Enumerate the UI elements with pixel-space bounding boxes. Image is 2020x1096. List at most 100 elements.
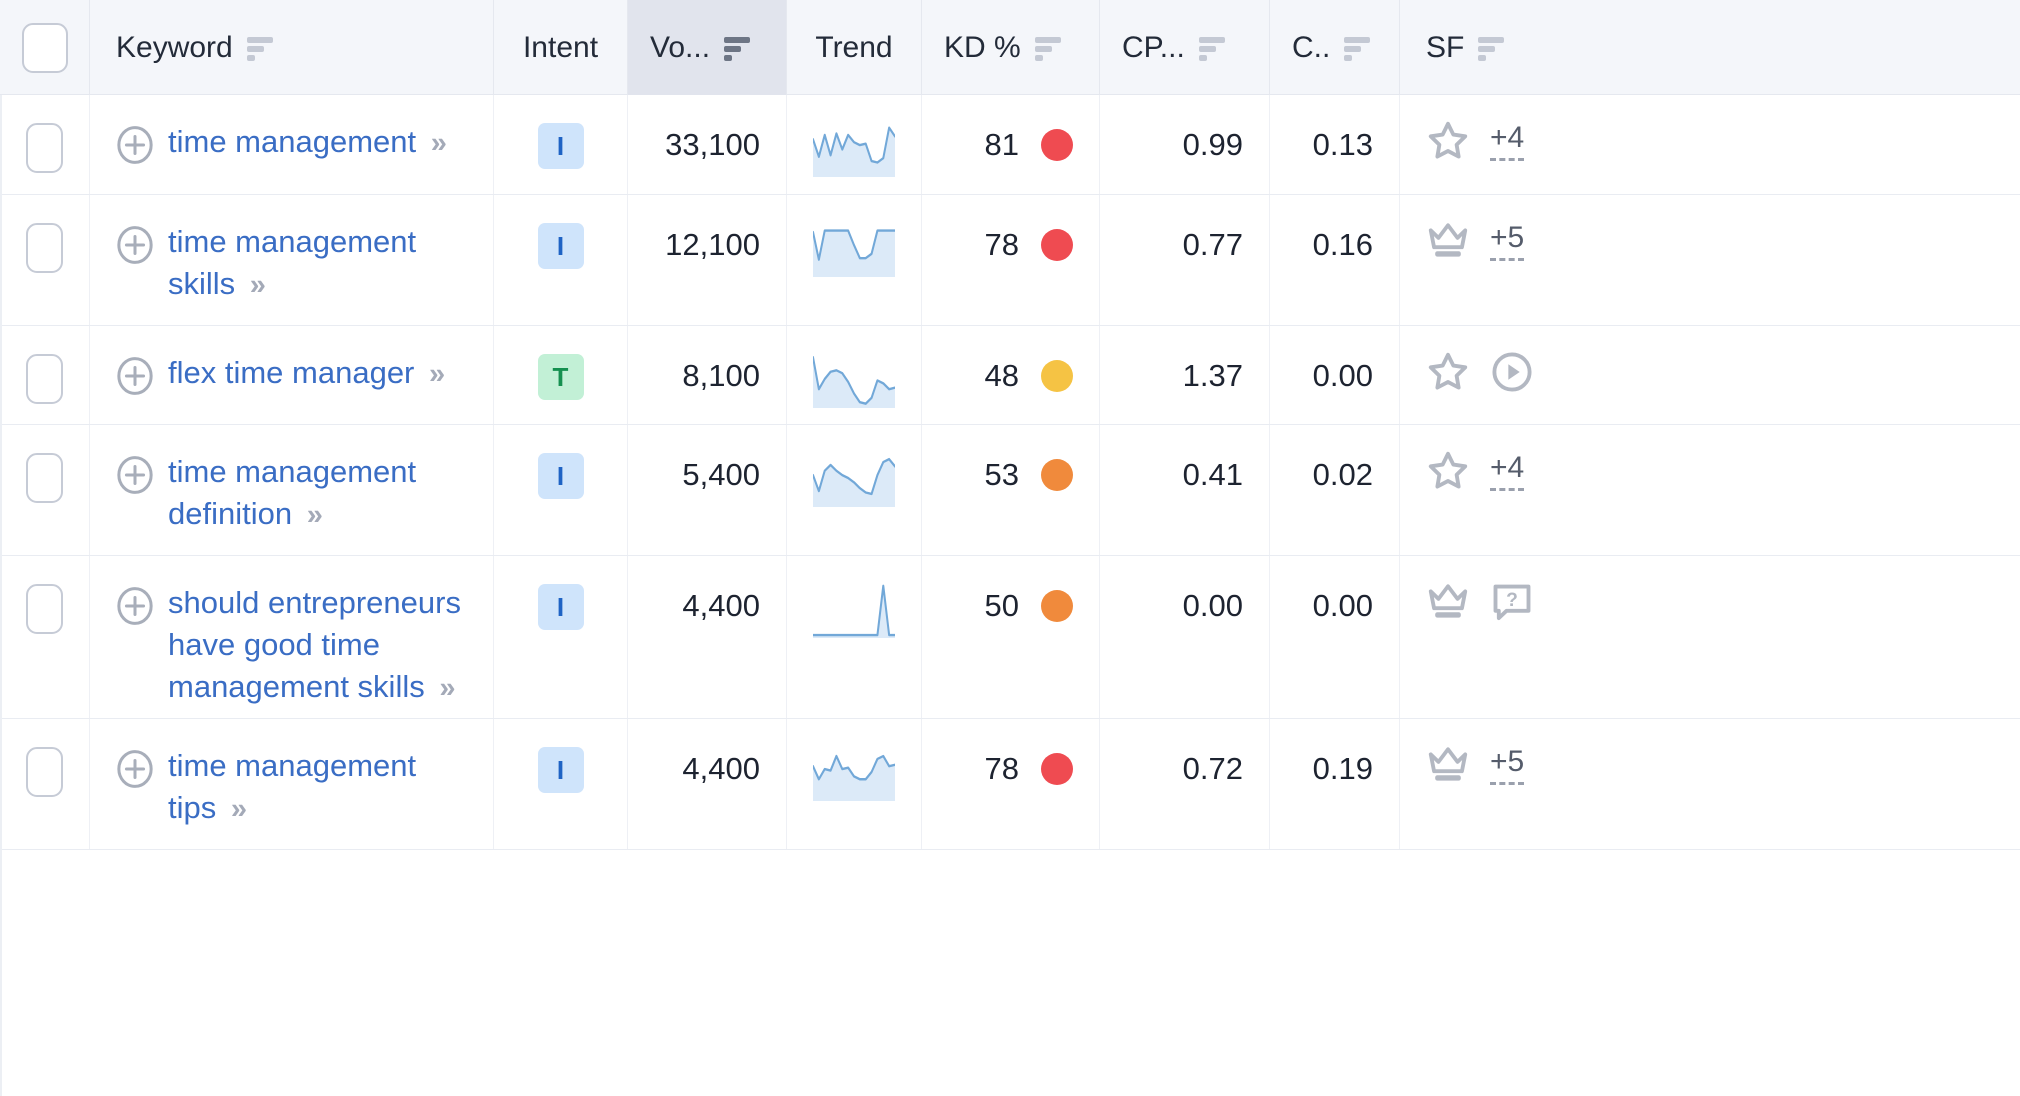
trend-sparkline [813,457,895,507]
expand-chevron-icon[interactable]: » [307,494,323,536]
add-keyword-icon[interactable] [116,750,154,788]
kd-cell: 78 [922,719,1100,849]
header-competition-label: C.. [1292,30,1331,64]
kd-value: 48 [984,358,1019,393]
header-kd[interactable]: KD % [922,0,1100,95]
intent-badge[interactable]: I [537,223,584,269]
crown-icon[interactable] [1426,580,1470,624]
volume-cell: 8,100 [628,326,787,424]
keyword-cell: time management skills » [90,195,494,325]
keyword-link[interactable]: time management » [168,121,447,164]
star-icon[interactable] [1426,119,1470,163]
video-icon[interactable] [1490,350,1534,394]
row-checkbox[interactable] [26,453,63,503]
serp-features-cell: ? [1400,556,2020,718]
keyword-link[interactable]: time management skills » [168,221,467,306]
question-bubble-icon[interactable]: ? [1490,580,1534,624]
add-keyword-icon[interactable] [116,226,154,264]
kd-value: 78 [984,751,1019,786]
keyword-link[interactable]: flex time manager » [168,352,445,395]
kd-difficulty-dot [1041,360,1073,392]
expand-chevron-icon[interactable]: » [429,353,445,395]
expand-chevron-icon[interactable]: » [250,264,266,306]
competition-cell: 0.13 [1270,95,1400,194]
intent-badge[interactable]: I [537,584,584,630]
row-checkbox[interactable] [26,123,63,173]
table-body: time management » I 33,100 81 0.99 0.13 +4 time… [0,95,2020,850]
serp-features-more[interactable]: +5 [1490,745,1525,785]
kd-cell: 50 [922,556,1100,718]
header-competition[interactable]: C.. [1270,0,1400,95]
star-icon[interactable] [1426,449,1470,493]
competition-cell: 0.00 [1270,556,1400,718]
serp-features-cell: +5 [1400,719,2020,849]
kd-value: 78 [984,227,1019,262]
sort-icon[interactable] [1034,35,1061,61]
table-row[interactable]: should entrepreneurs have good time mana… [0,556,2020,719]
header-keyword[interactable]: Keyword [90,0,494,95]
serp-features-more[interactable]: +5 [1490,221,1525,261]
star-icon[interactable] [1426,350,1470,394]
trend-cell [787,556,922,718]
table-row[interactable]: time management definition » I 5,400 53 0.41… [0,425,2020,556]
intent-badge[interactable]: T [537,354,584,400]
serp-features-more[interactable]: +4 [1490,451,1525,491]
competition-value: 0.00 [1312,588,1373,623]
intent-badge[interactable]: I [537,453,584,499]
intent-cell: I [494,195,628,325]
serp-features-more[interactable]: +4 [1490,121,1525,161]
expand-chevron-icon[interactable]: » [439,667,455,709]
competition-value: 0.19 [1312,751,1373,786]
keyword-link[interactable]: time management tips » [168,745,467,830]
competition-cell: 0.19 [1270,719,1400,849]
table-row[interactable]: flex time manager » T 8,100 48 1.37 0.00 [0,326,2020,425]
cpc-cell: 0.00 [1100,556,1270,718]
kd-value: 53 [984,457,1019,492]
expand-chevron-icon[interactable]: » [231,788,247,830]
volume-cell: 5,400 [628,425,787,555]
add-keyword-icon[interactable] [116,587,154,625]
volume-value: 5,400 [682,457,760,492]
sort-icon[interactable] [1344,35,1371,61]
row-checkbox[interactable] [26,223,63,273]
header-serp-features[interactable]: SF [1400,0,2020,95]
header-select-all-cell [0,0,90,95]
intent-badge[interactable]: I [537,123,584,169]
expand-chevron-icon[interactable]: » [431,122,447,164]
trend-sparkline [813,126,895,177]
trend-cell [787,425,922,555]
select-all-checkbox[interactable] [21,22,68,73]
add-keyword-icon[interactable] [116,126,154,164]
table-row[interactable]: time management tips » I 4,400 78 0.72 0.19 +5 [0,719,2020,850]
kd-cell: 81 [922,95,1100,194]
sort-icon[interactable] [246,35,273,61]
crown-icon[interactable] [1426,219,1470,263]
sort-icon[interactable] [1198,35,1225,61]
table-row[interactable]: time management skills » I 12,100 78 0.77 0.1… [0,195,2020,326]
row-checkbox[interactable] [26,747,63,797]
table-row[interactable]: time management » I 33,100 81 0.99 0.13 +4 [0,95,2020,195]
keyword-link[interactable]: should entrepreneurs have good time mana… [168,582,467,709]
add-keyword-icon[interactable] [116,456,154,494]
competition-value: 0.00 [1312,358,1373,393]
kd-cell: 48 [922,326,1100,424]
row-checkbox[interactable] [26,584,63,634]
header-serp-features-label: SF [1426,30,1465,64]
crown-icon[interactable] [1426,743,1470,787]
table-left-rule [0,0,2,1096]
sort-icon[interactable] [1478,35,1505,61]
row-checkbox[interactable] [26,354,63,404]
volume-cell: 33,100 [628,95,787,194]
kd-value: 81 [984,127,1019,162]
trend-sparkline [813,229,895,277]
header-keyword-label: Keyword [116,30,233,64]
header-intent-label: Intent [522,30,599,64]
cpc-value: 0.41 [1182,457,1243,492]
intent-badge[interactable]: I [537,747,584,793]
volume-cell: 12,100 [628,195,787,325]
keyword-link[interactable]: time management definition » [168,451,467,536]
add-keyword-icon[interactable] [116,357,154,395]
sort-icon[interactable] [724,35,751,61]
header-volume[interactable]: Vo... [628,0,787,95]
header-cpc[interactable]: CP... [1100,0,1270,95]
